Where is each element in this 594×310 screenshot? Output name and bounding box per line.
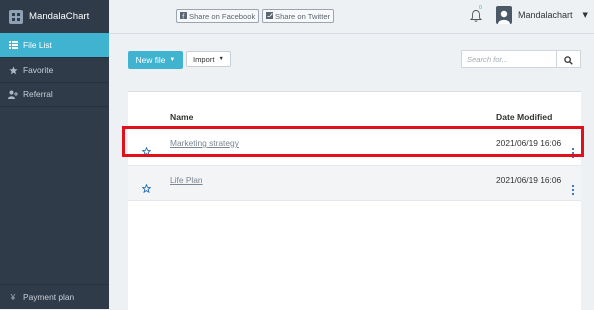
sidebar-item-referral[interactable]: Referral [0, 82, 109, 106]
search-input[interactable] [461, 50, 557, 68]
sidebar-item-file-list[interactable]: File List [0, 33, 109, 57]
import-label: Import [193, 54, 215, 64]
yen-icon: ¥ [10, 292, 16, 302]
sidebar-item-label: Referral [23, 89, 53, 99]
user-menu[interactable]: Mandalachart ▼ [496, 6, 588, 24]
caret-down-icon: ▼ [169, 57, 176, 63]
twitter-icon [266, 11, 273, 21]
search-icon [564, 50, 573, 69]
divider [0, 106, 109, 107]
new-file-button[interactable]: New file ▼ [128, 51, 183, 69]
file-name-link[interactable]: Life Plan [170, 175, 203, 185]
sidebar-item-label: Payment plan [23, 292, 75, 302]
facebook-icon: f [180, 11, 187, 21]
share-twitter-button[interactable]: Share on Twitter [262, 9, 335, 23]
notification-count: 0 [479, 5, 483, 11]
star-icon [8, 65, 18, 75]
sidebar: MandalaChart File List Favorite Referral [0, 0, 109, 309]
table-row[interactable]: Life Plan 2021/06/19 16:06 [128, 165, 581, 201]
file-list-panel: Name Date Modified Marketing strategy 20… [128, 91, 581, 310]
user-plus-icon [8, 89, 18, 99]
avatar [496, 6, 512, 24]
more-options-icon[interactable] [571, 181, 575, 196]
share-twitter-label: Share on Twitter [275, 11, 331, 21]
brand[interactable]: MandalaChart [0, 0, 109, 33]
column-header-name[interactable]: Name [170, 112, 193, 122]
chevron-down-icon: ▼ [582, 11, 588, 19]
table-header: Name Date Modified [128, 108, 581, 128]
app-logo-icon [9, 9, 23, 24]
username: Mandalachart [518, 10, 573, 20]
star-outline-icon[interactable] [141, 178, 152, 194]
app-name: MandalaChart [29, 11, 90, 22]
highlight-annotation [122, 126, 584, 157]
list-icon [8, 40, 18, 50]
share-facebook-label: Share on Facebook [189, 11, 256, 21]
share-facebook-button[interactable]: f Share on Facebook [176, 9, 260, 23]
sidebar-item-favorite[interactable]: Favorite [0, 58, 109, 82]
column-header-date-modified[interactable]: Date Modified [496, 112, 552, 122]
caret-down-icon: ▼ [218, 56, 224, 62]
search-button[interactable] [557, 50, 581, 68]
sidebar-item-label: Favorite [23, 65, 54, 75]
import-button[interactable]: Import ▼ [186, 51, 231, 67]
new-file-label: New file [135, 55, 166, 65]
sidebar-item-label: File List [23, 40, 52, 50]
file-date: 2021/06/19 16:06 [496, 175, 562, 185]
sidebar-item-payment-plan[interactable]: ¥ Payment plan [0, 285, 109, 309]
